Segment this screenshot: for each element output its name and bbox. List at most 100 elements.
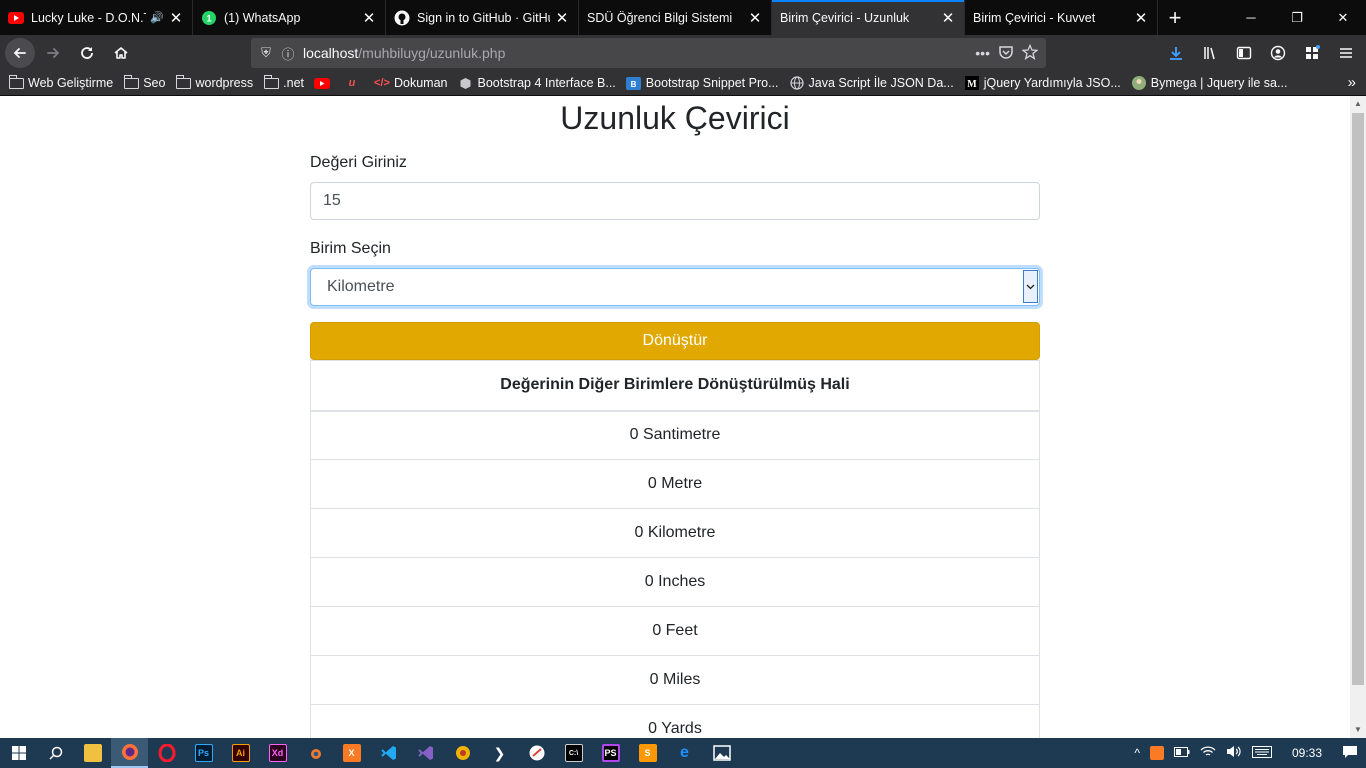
- tab-github[interactable]: Sign in to GitHub · GitHub ✕: [386, 0, 579, 35]
- powershell-icon[interactable]: ❯: [481, 738, 518, 768]
- bookmark-js-json[interactable]: Java Script İle JSON Da...: [789, 76, 954, 90]
- youtube-icon: [8, 10, 24, 26]
- svg-text:M: M: [967, 79, 977, 90]
- illustrator-icon[interactable]: Ai: [222, 738, 259, 768]
- bookmark-label: .net: [283, 76, 304, 90]
- tab-uzunluk[interactable]: Birim Çevirici - Uzunluk ✕: [772, 0, 965, 35]
- shield-icon[interactable]: ⛨: [255, 45, 277, 61]
- back-button[interactable]: [5, 38, 35, 68]
- minimize-button[interactable]: ─: [1228, 0, 1274, 35]
- visual-studio-icon[interactable]: [407, 738, 444, 768]
- tab-lucky-luke[interactable]: Lucky Luke - D.O.N.T. 🔊 ✕: [0, 0, 193, 35]
- blender-icon[interactable]: [296, 738, 333, 768]
- scroll-up-icon[interactable]: ▲: [1350, 96, 1366, 112]
- bookmark-star-icon[interactable]: [1021, 43, 1039, 63]
- search-icon[interactable]: [37, 738, 74, 768]
- clock[interactable]: 09:33: [1292, 746, 1322, 760]
- url-text[interactable]: localhost/muhbiluyg/uzunluk.php: [303, 45, 505, 61]
- adobe-xd-icon[interactable]: Xd: [259, 738, 296, 768]
- close-icon[interactable]: ✕: [940, 9, 956, 27]
- whatsapp-icon: 1: [201, 10, 217, 26]
- chevron-down-icon[interactable]: [1023, 270, 1038, 303]
- bookmark-youtube[interactable]: [314, 76, 334, 90]
- tab-whatsapp[interactable]: 1 (1) WhatsApp ✕: [193, 0, 386, 35]
- library-icon[interactable]: [1196, 39, 1224, 67]
- bookmark-jquery-json[interactable]: MjQuery Yardımıyla JSO...: [964, 76, 1121, 90]
- close-icon[interactable]: ✕: [747, 9, 763, 27]
- unit-select[interactable]: Kilometre: [310, 268, 1040, 306]
- edge-icon[interactable]: e: [666, 738, 703, 768]
- app-compass-icon[interactable]: [444, 738, 481, 768]
- bookmark-wordpress[interactable]: wordpress: [175, 74, 253, 90]
- new-tab-button[interactable]: +: [1158, 0, 1192, 35]
- close-window-button[interactable]: ✕: [1320, 0, 1366, 35]
- chevron-right-icon[interactable]: »: [1348, 74, 1356, 91]
- firefox-icon[interactable]: [111, 738, 148, 768]
- battery-icon[interactable]: [1173, 746, 1190, 760]
- pocket-icon[interactable]: [998, 44, 1014, 63]
- account-icon[interactable]: [1264, 39, 1292, 67]
- bookmark-dotnet[interactable]: .net: [263, 74, 304, 90]
- close-icon[interactable]: ✕: [361, 9, 377, 27]
- chevron-up-icon[interactable]: ^: [1134, 746, 1140, 760]
- notification-icon[interactable]: [1342, 745, 1358, 762]
- sidebar-icon[interactable]: [1230, 39, 1258, 67]
- udemy-icon: u: [348, 77, 356, 89]
- snipping-icon[interactable]: [518, 738, 555, 768]
- url-bar[interactable]: ⛨ ⓘ localhost/muhbiluyg/uzunluk.php •••: [251, 38, 1046, 68]
- cmd-icon[interactable]: C:\: [555, 738, 592, 768]
- scrollbar-thumb[interactable]: [1352, 113, 1364, 685]
- bookmark-bymega[interactable]: Bymega | Jquery ile sa...: [1131, 76, 1287, 90]
- bookmark-seo[interactable]: Seo: [123, 74, 165, 90]
- sublime-icon[interactable]: S: [629, 738, 666, 768]
- bookmark-bootstrap-snippet[interactable]: B Bootstrap Snippet Pro...: [626, 76, 779, 90]
- bookmark-web-gelistirme[interactable]: Web Geliştirme: [8, 74, 113, 90]
- tab-title: Birim Çevirici - Uzunluk: [780, 10, 910, 25]
- folder-icon: [8, 74, 24, 90]
- extensions-icon[interactable]: [1298, 39, 1326, 67]
- value-input[interactable]: 15: [310, 182, 1040, 220]
- convert-button[interactable]: Dönüştür: [310, 322, 1040, 360]
- result-cell: 0 Yards: [310, 704, 1040, 738]
- page-actions-button[interactable]: •••: [975, 45, 990, 61]
- windows-start-icon[interactable]: [0, 738, 37, 768]
- reload-button[interactable]: [71, 37, 103, 69]
- tab-title: Sign in to GitHub · GitHub: [417, 10, 550, 25]
- page-title: Uzunluk Çevirici: [560, 100, 790, 136]
- bookmark-bootstrap-interface[interactable]: Bootstrap 4 Interface B...: [458, 76, 616, 90]
- home-button[interactable]: [105, 37, 137, 69]
- bookmark-label: Java Script İle JSON Da...: [808, 76, 954, 90]
- bookmark-udemy[interactable]: u: [344, 76, 364, 90]
- close-icon[interactable]: ✕: [1133, 9, 1149, 27]
- xampp-icon[interactable]: X: [333, 738, 370, 768]
- bookmark-dokuman[interactable]: </> Dokuman: [374, 76, 447, 90]
- keyboard-icon[interactable]: [1251, 745, 1272, 761]
- medium-icon: M: [964, 76, 980, 90]
- file-explorer-icon[interactable]: [74, 738, 111, 768]
- close-icon[interactable]: ✕: [168, 9, 184, 27]
- speaker-icon[interactable]: 🔊: [150, 11, 164, 24]
- phpstorm-icon[interactable]: PS: [592, 738, 629, 768]
- volume-icon[interactable]: [1226, 745, 1242, 761]
- photos-icon[interactable]: [703, 738, 740, 768]
- tab-sdu[interactable]: SDÜ Öğrenci Bilgi Sistemi ✕: [579, 0, 772, 35]
- xampp-tray-icon[interactable]: [1149, 746, 1164, 760]
- forward-button[interactable]: [37, 37, 69, 69]
- table-row: 0 Santimetre: [310, 410, 1040, 460]
- info-icon[interactable]: ⓘ: [277, 44, 299, 63]
- close-icon[interactable]: ✕: [554, 9, 570, 27]
- page-content: Uzunluk Çevirici Değeri Giriniz 15 Birim…: [0, 96, 1350, 738]
- navigation-toolbar: ⛨ ⓘ localhost/muhbiluyg/uzunluk.php •••: [0, 35, 1366, 71]
- download-icon[interactable]: [1162, 39, 1190, 67]
- page-scrollbar[interactable]: ▲ ▼: [1350, 96, 1366, 738]
- tab-kuvvet[interactable]: Birim Çevirici - Kuvvet ✕: [965, 0, 1158, 35]
- bookmark-label: Bootstrap Snippet Pro...: [645, 76, 779, 90]
- wifi-icon[interactable]: [1200, 745, 1216, 761]
- opera-icon[interactable]: [148, 738, 185, 768]
- scroll-down-icon[interactable]: ▼: [1350, 722, 1366, 738]
- vscode-icon[interactable]: [370, 738, 407, 768]
- restore-button[interactable]: ❐: [1274, 0, 1320, 35]
- result-cell: 0 Miles: [310, 655, 1040, 705]
- menu-icon[interactable]: [1332, 39, 1360, 67]
- photoshop-icon[interactable]: Ps: [185, 738, 222, 768]
